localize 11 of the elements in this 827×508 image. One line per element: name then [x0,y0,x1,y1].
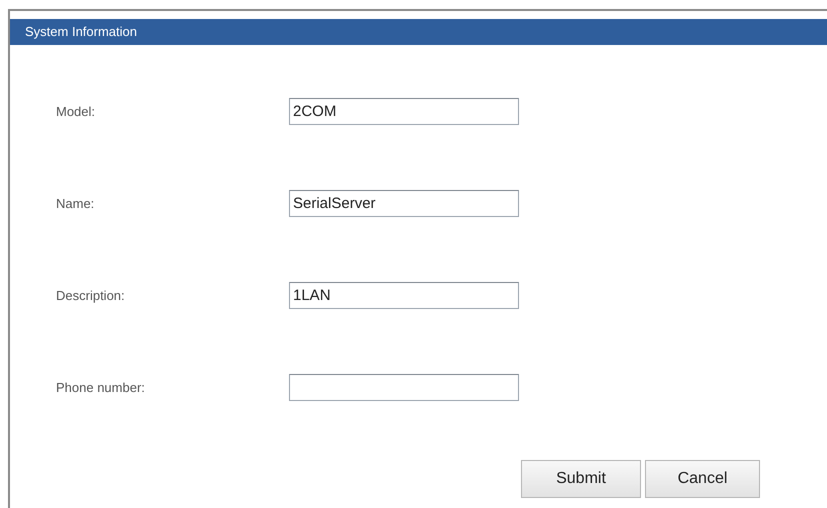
input-field[interactable]: 1LAN [289,282,519,309]
input-field[interactable] [289,374,519,401]
submit-button[interactable]: Submit [521,460,641,498]
input-field[interactable]: SerialServer [289,190,519,217]
cancel-button[interactable]: Cancel [645,460,760,498]
field-label: Description: [55,288,126,303]
panel-header: System Information [10,19,827,45]
input-field[interactable]: 2COM [289,98,519,125]
field-label: Phone number: [55,380,146,395]
field-label: Name: [55,196,96,211]
field-label: Model: [55,104,96,119]
